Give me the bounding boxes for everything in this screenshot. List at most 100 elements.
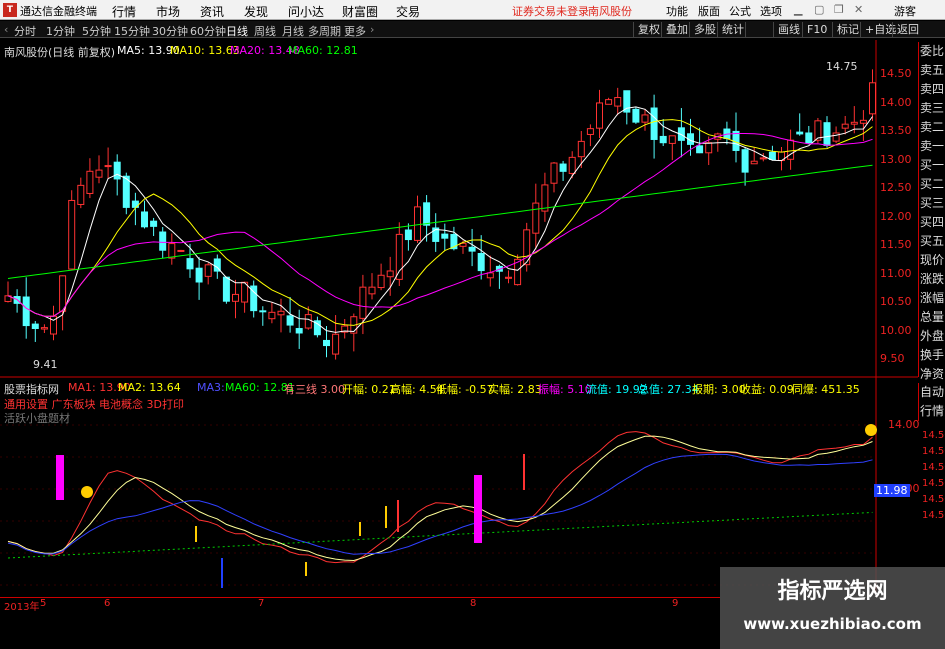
candle-body	[232, 293, 239, 302]
button-duogu[interactable]: 多股	[689, 22, 720, 37]
tab-15min[interactable]: 15分钟	[114, 23, 150, 39]
stock-title: 南风股份(日线 前复权)	[4, 46, 116, 59]
quote-label[interactable]: 委比	[919, 42, 945, 61]
sub-tonglei: 同爆: 451.35	[792, 383, 860, 396]
quote-label[interactable]: 净资	[919, 365, 945, 384]
quote-label[interactable]: 买四	[919, 213, 945, 232]
signal-bar	[397, 500, 399, 532]
menu-faxian[interactable]: 发现	[244, 3, 268, 20]
quote-label[interactable]: 卖二	[919, 118, 945, 137]
price-tick: 14.00	[880, 96, 912, 109]
login-status[interactable]: 证券交易未登录	[512, 3, 589, 19]
menu-gongneng[interactable]: 功能	[666, 3, 688, 19]
app-title: 通达信金融终端	[20, 5, 97, 18]
menu-xuanxiang[interactable]: 选项	[760, 3, 782, 19]
menu-gongshi[interactable]: 公式	[729, 3, 751, 19]
candle-body	[787, 139, 795, 160]
signal-marker-icon	[865, 424, 877, 436]
quote-label[interactable]: 涨跌	[919, 270, 945, 289]
candle-body	[559, 163, 567, 172]
guest-label[interactable]: 游客	[894, 3, 916, 19]
sub-zongzhi: 总值: 27.34	[638, 383, 699, 396]
watermark: 指标严选网 www.xuezhibiao.com	[720, 567, 945, 649]
tab-monthly[interactable]: 月线	[282, 23, 304, 39]
sub-right-tick: 14.50	[922, 494, 945, 505]
menu-shichang[interactable]: 市场	[156, 3, 180, 20]
quote-label[interactable]: 卖一	[919, 137, 945, 156]
quote-label[interactable]: 外盘	[919, 327, 945, 346]
candle-body	[641, 114, 649, 123]
button-fanhui[interactable]: 返回	[892, 22, 923, 37]
quote-label[interactable]: 买三	[919, 194, 945, 213]
tab-5min[interactable]: 5分钟	[82, 23, 111, 39]
menu-caifuquan[interactable]: 财富圈	[342, 3, 378, 20]
kline-chart[interactable]	[0, 40, 918, 609]
menu-banmian[interactable]: 版面	[698, 3, 720, 19]
tab-daily[interactable]: 日线	[226, 23, 248, 39]
menu-zixun[interactable]: 资讯	[200, 3, 224, 20]
restore-icon[interactable]: ❐	[834, 3, 844, 16]
sub-baoqi: 报期: 3.00	[692, 383, 746, 396]
quote-label[interactable]: 卖三	[919, 99, 945, 118]
signal-marker-icon	[81, 486, 93, 498]
tab-weekly[interactable]: 周线	[254, 23, 276, 39]
candle-body	[377, 274, 385, 289]
price-tick: 11.00	[880, 267, 912, 280]
candle-body	[486, 272, 494, 279]
sub-right-tick: 14.50	[922, 430, 945, 441]
candle-body	[823, 122, 831, 146]
candle-body	[505, 276, 512, 279]
candle-body	[423, 202, 431, 226]
candle-body	[659, 135, 667, 144]
candle-body	[650, 107, 658, 140]
sub-shifu: 实幅: 2.83	[488, 383, 542, 396]
auto-quote-label[interactable]: 行情	[919, 402, 945, 421]
auto-quote-label[interactable]: 自动	[919, 383, 945, 402]
candle-body	[104, 165, 112, 168]
button-biaoji[interactable]: 标记	[832, 22, 863, 37]
chevron-left-icon[interactable]: ‹	[4, 23, 8, 36]
signal-bar	[195, 526, 197, 542]
close-icon[interactable]: ✕	[854, 3, 863, 16]
menu-jiaoyi[interactable]: 交易	[396, 3, 420, 20]
candle-body	[841, 123, 849, 129]
quote-label[interactable]: 买五	[919, 232, 945, 251]
button-f10[interactable]: F10	[802, 22, 831, 37]
maximize-icon[interactable]: ▢	[814, 3, 824, 16]
tab-60min[interactable]: 60分钟	[190, 23, 226, 39]
candle-body	[550, 162, 558, 184]
button-diejia[interactable]: 叠加	[661, 22, 692, 37]
chevron-right-icon[interactable]: ›	[370, 23, 374, 36]
quote-label[interactable]: 现价	[919, 251, 945, 270]
quote-label[interactable]: 换手	[919, 346, 945, 365]
tab-1min[interactable]: 1分钟	[46, 23, 75, 39]
button-tongji[interactable]: 统计	[717, 22, 748, 37]
candle-body	[95, 169, 103, 178]
quote-label[interactable]: 卖四	[919, 80, 945, 99]
price-tick: 9.50	[880, 352, 905, 365]
date-tick: 6	[104, 598, 111, 609]
sub-ma1-line	[7, 431, 873, 564]
sub-shouyi: 收益: 0.09	[740, 383, 794, 396]
tab-multi[interactable]: 多周期	[308, 23, 341, 39]
quote-label[interactable]: 总量	[919, 308, 945, 327]
ma60-line	[7, 164, 873, 279]
quote-label[interactable]: 买二	[919, 175, 945, 194]
quote-label[interactable]: 买一	[919, 156, 945, 175]
signal-bar	[474, 475, 482, 543]
button-fuquan[interactable]: 复权	[633, 22, 664, 37]
watermark-title: 指标严选网	[777, 579, 888, 604]
candle-body	[259, 310, 267, 313]
tab-more[interactable]: 更多	[344, 23, 366, 39]
candle-body	[614, 97, 622, 107]
candle-body	[68, 199, 76, 270]
menu-wenxiaoda[interactable]: 问小达	[288, 3, 324, 20]
quote-label[interactable]: 涨幅	[919, 289, 945, 308]
minimize-icon[interactable]: ▁	[794, 3, 802, 16]
button-huaxian[interactable]: 画线	[773, 22, 804, 37]
tab-30min[interactable]: 30分钟	[152, 23, 188, 39]
tab-fenshi[interactable]: 分时	[14, 23, 36, 39]
chart-area[interactable]: 南风股份(日线 前复权) MA5: 13.90 MA10: 13.63 MA20…	[0, 40, 945, 649]
quote-label[interactable]: 卖五	[919, 61, 945, 80]
menu-hangqing[interactable]: 行情	[112, 3, 136, 20]
